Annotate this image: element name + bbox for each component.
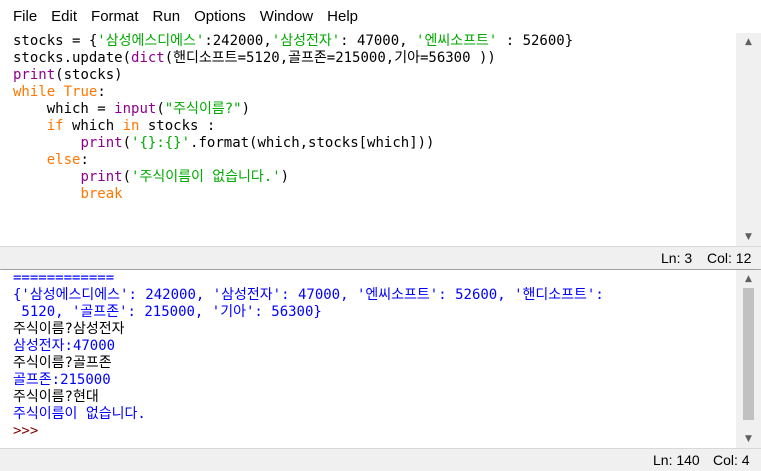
code-token: : 47000,	[340, 33, 417, 49]
output-line: 주식이름?삼성전자	[13, 321, 125, 337]
scroll-down-icon[interactable]: ▼	[736, 430, 761, 448]
code-token: if	[46, 118, 64, 134]
output-line: ============	[13, 270, 115, 286]
code-token: "주식이름?"	[164, 101, 242, 117]
scroll-up-icon[interactable]: ▲	[736, 33, 761, 51]
code-token: stocks = {	[13, 33, 98, 49]
code-token: print	[13, 67, 56, 83]
code-line: while True:	[0, 84, 736, 101]
code-token: '삼성에스디에스'	[97, 33, 205, 49]
line-indicator: Ln: 3	[661, 250, 693, 266]
code-token: '엔씨소프트'	[416, 33, 498, 49]
editor-scrollbar[interactable]: ▲ ▼	[736, 33, 761, 246]
code-line: print(stocks)	[0, 67, 736, 84]
editor-window: File Edit Format Run Options Window Help…	[0, 0, 761, 269]
code-token: break	[80, 186, 123, 202]
code-token: '삼성전자'	[271, 33, 341, 49]
shell-status-bar: Ln: 140 Col: 4	[0, 448, 761, 471]
output-line: 삼성전자:47000	[13, 338, 116, 354]
output-line: 주식이름이 없습니다.	[13, 406, 146, 422]
shell-scrollbar[interactable]: ▲ ▼	[736, 270, 761, 448]
code-token: print	[80, 169, 123, 185]
menu-edit[interactable]: Edit	[44, 8, 84, 25]
code-token: :242000,	[204, 33, 272, 49]
code-line: which = input("주식이름?")	[0, 101, 736, 118]
menu-options[interactable]: Options	[187, 8, 253, 25]
output-line: 골프존:215000	[13, 372, 111, 388]
code-token: stocks.update(	[13, 50, 132, 66]
code-token: )	[280, 169, 290, 185]
shell-output[interactable]: ============ {'삼성에스디에스': 242000, '삼성전자': …	[0, 270, 736, 448]
code-line: print('주식이름이 없습니다.')	[0, 169, 736, 186]
code-editor[interactable]: stocks = {'삼성에스디에스':242000,'삼성전자': 47000…	[0, 33, 736, 246]
code-token: (	[122, 135, 132, 151]
output-line: 주식이름?현대	[13, 389, 99, 405]
code-token: )	[241, 101, 250, 117]
code-token: dict	[131, 50, 165, 66]
menu-file[interactable]: File	[0, 8, 44, 25]
code-line: stocks.update(dict(핸디소프트=5120,골프존=215000…	[0, 50, 736, 67]
code-token: which =	[13, 101, 115, 117]
scroll-down-icon[interactable]: ▼	[736, 228, 761, 246]
menu-bar: File Edit Format Run Options Window Help	[0, 0, 761, 33]
code-token: True	[63, 84, 98, 100]
code-token: :	[80, 152, 89, 168]
code-token: (핸디소프트=5120,골프존=215000,기아=56300 ))	[164, 50, 496, 66]
code-token: input	[114, 101, 157, 117]
column-indicator: Col: 12	[707, 250, 752, 266]
code-token: (	[156, 101, 165, 117]
code-line: else:	[0, 152, 736, 169]
code-token: in	[122, 118, 140, 134]
output-line: 5120, '골프존': 215000, '기아': 56300}	[13, 304, 322, 320]
code-token: : 52600}	[497, 33, 574, 49]
code-line: stocks = {'삼성에스디에스':242000,'삼성전자': 47000…	[0, 33, 736, 50]
code-token: stocks :	[139, 118, 216, 134]
code-token: while	[13, 84, 56, 100]
line-indicator: Ln: 140	[653, 452, 700, 468]
code-token: .format(which,stocks[which]))	[190, 135, 435, 151]
menu-help[interactable]: Help	[320, 8, 365, 25]
column-indicator: Col: 4	[713, 452, 750, 468]
code-token: (	[122, 169, 132, 185]
shell-prompt: >>>	[13, 423, 47, 439]
code-token: '{}:{}'	[131, 135, 191, 151]
shell-window: ============ {'삼성에스디에스': 242000, '삼성전자': …	[0, 270, 761, 471]
code-token: else	[46, 152, 81, 168]
output-line: 주식이름?골프존	[13, 355, 112, 371]
code-token: '주식이름이 없습니다.'	[131, 169, 281, 185]
code-line: if which in stocks :	[0, 118, 736, 135]
scroll-up-icon[interactable]: ▲	[736, 270, 761, 288]
output-line: {'삼성에스디에스': 242000, '삼성전자': 47000, '엔씨소프…	[13, 287, 604, 303]
editor-status-bar: Ln: 3 Col: 12	[0, 246, 761, 269]
code-token: which	[63, 118, 123, 134]
code-token: :	[97, 84, 106, 100]
code-line: break	[0, 186, 736, 203]
code-token: print	[80, 135, 123, 151]
menu-run[interactable]: Run	[146, 8, 188, 25]
code-line: print('{}:{}'.format(which,stocks[which]…	[0, 135, 736, 152]
code-token: (stocks)	[55, 67, 123, 83]
menu-window[interactable]: Window	[253, 8, 320, 25]
scroll-thumb[interactable]	[743, 288, 754, 420]
menu-format[interactable]: Format	[84, 8, 146, 25]
